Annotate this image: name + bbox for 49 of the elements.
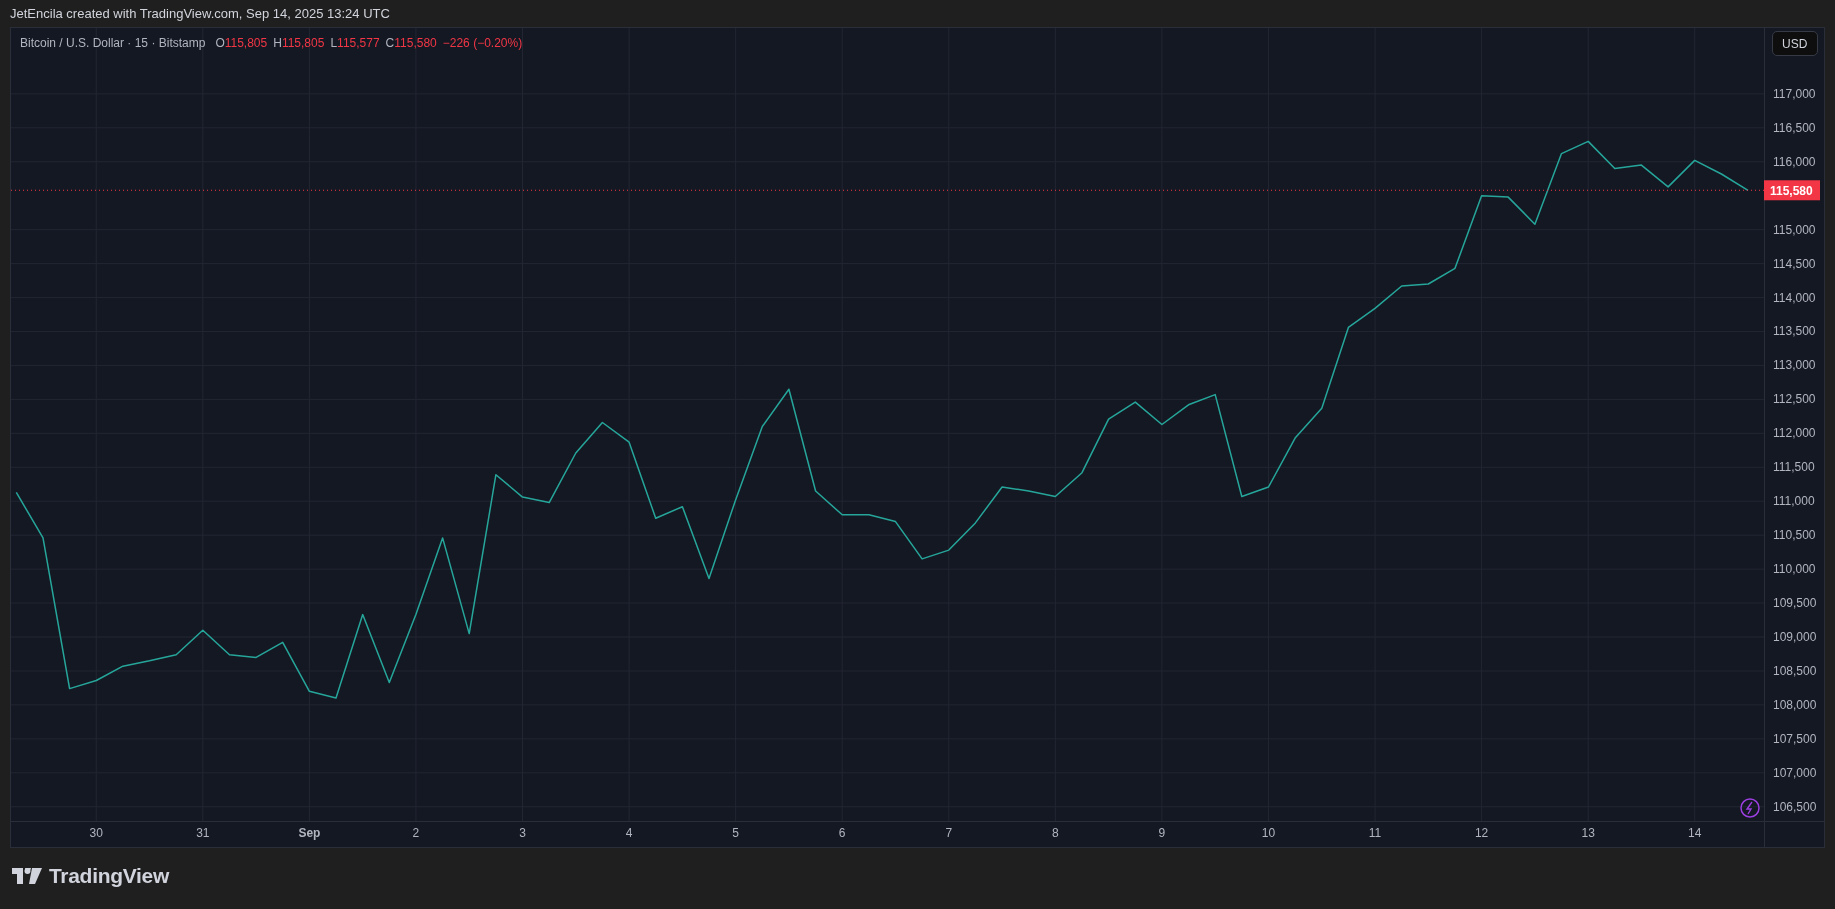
price-axis-label: 108,500 — [1773, 663, 1817, 678]
time-axis-label: 5 — [732, 826, 739, 840]
price-axis-label: 109,000 — [1773, 630, 1817, 644]
price-axis-label: 113,500 — [1773, 324, 1816, 339]
price-axis-label: 107,500 — [1773, 731, 1817, 746]
time-axis-label: 11 — [1368, 826, 1382, 840]
price-axis-label: 111,000 — [1773, 494, 1815, 509]
price-axis-label: 110,500 — [1773, 528, 1816, 543]
price-axis-label: 115,000 — [1773, 222, 1816, 237]
time-axis-label: 12 — [1474, 826, 1489, 840]
price-axis-label: 110,000 — [1773, 562, 1816, 577]
ohlc-value: O115,805 — [215, 36, 268, 50]
price-axis-label: 109,500 — [1773, 596, 1817, 611]
time-axis-label: 13 — [1581, 826, 1595, 840]
price-change: −226 (−0.20%) — [442, 36, 523, 50]
time-axis-label: 2 — [412, 826, 420, 840]
ohlc-value: C115,580 — [385, 36, 437, 50]
time-axis-label: 9 — [1158, 826, 1166, 840]
time-axis-label: 3 — [519, 826, 526, 840]
ohlc-value: L115,577 — [330, 36, 380, 50]
price-axis-label: 117,000 — [1773, 86, 1816, 101]
time-axis-label: 30 — [89, 826, 103, 840]
time-axis-label: Sep — [298, 826, 321, 840]
price-axis-label: 114,500 — [1773, 256, 1816, 271]
time-axis-label: 4 — [625, 826, 633, 840]
price-axis-label: 112,500 — [1773, 392, 1816, 407]
price-axis-label: 116,000 — [1773, 154, 1816, 169]
price-axis-label: 108,000 — [1773, 697, 1817, 712]
price-axis-label: 116,500 — [1773, 120, 1816, 135]
price-axis-label: 106,500 — [1773, 799, 1817, 814]
caption-text: JetEncila created with TradingView.com, Sep 14, 2025 13:24 UTC — [10, 5, 390, 23]
time-axis-label: 14 — [1688, 826, 1702, 840]
price-axis-label: 114,000 — [1773, 290, 1816, 305]
time-axis-label: 7 — [945, 826, 953, 840]
last-price-badge: 115,580 — [1764, 180, 1820, 201]
price-axis-label: 113,000 — [1773, 358, 1816, 373]
symbol-title: Bitcoin / U.S. Dollar · 15 · Bitstamp — [20, 36, 206, 50]
price-axis-label: 112,000 — [1773, 426, 1816, 441]
time-axis-label: 10 — [1261, 826, 1276, 840]
lightning-icon[interactable] — [1740, 798, 1760, 818]
logo-icon — [12, 868, 42, 884]
ohlc-value: H115,805 — [273, 36, 325, 50]
price-axis-label: 111,500 — [1773, 460, 1815, 475]
price-axis-label: 107,000 — [1773, 765, 1817, 780]
time-axis-label: 8 — [1052, 826, 1059, 840]
time-axis-label: 31 — [196, 826, 210, 840]
currency-button[interactable]: USD — [1772, 31, 1818, 56]
brand-name: TradingView — [49, 864, 169, 888]
time-axis-label: 6 — [838, 826, 846, 840]
